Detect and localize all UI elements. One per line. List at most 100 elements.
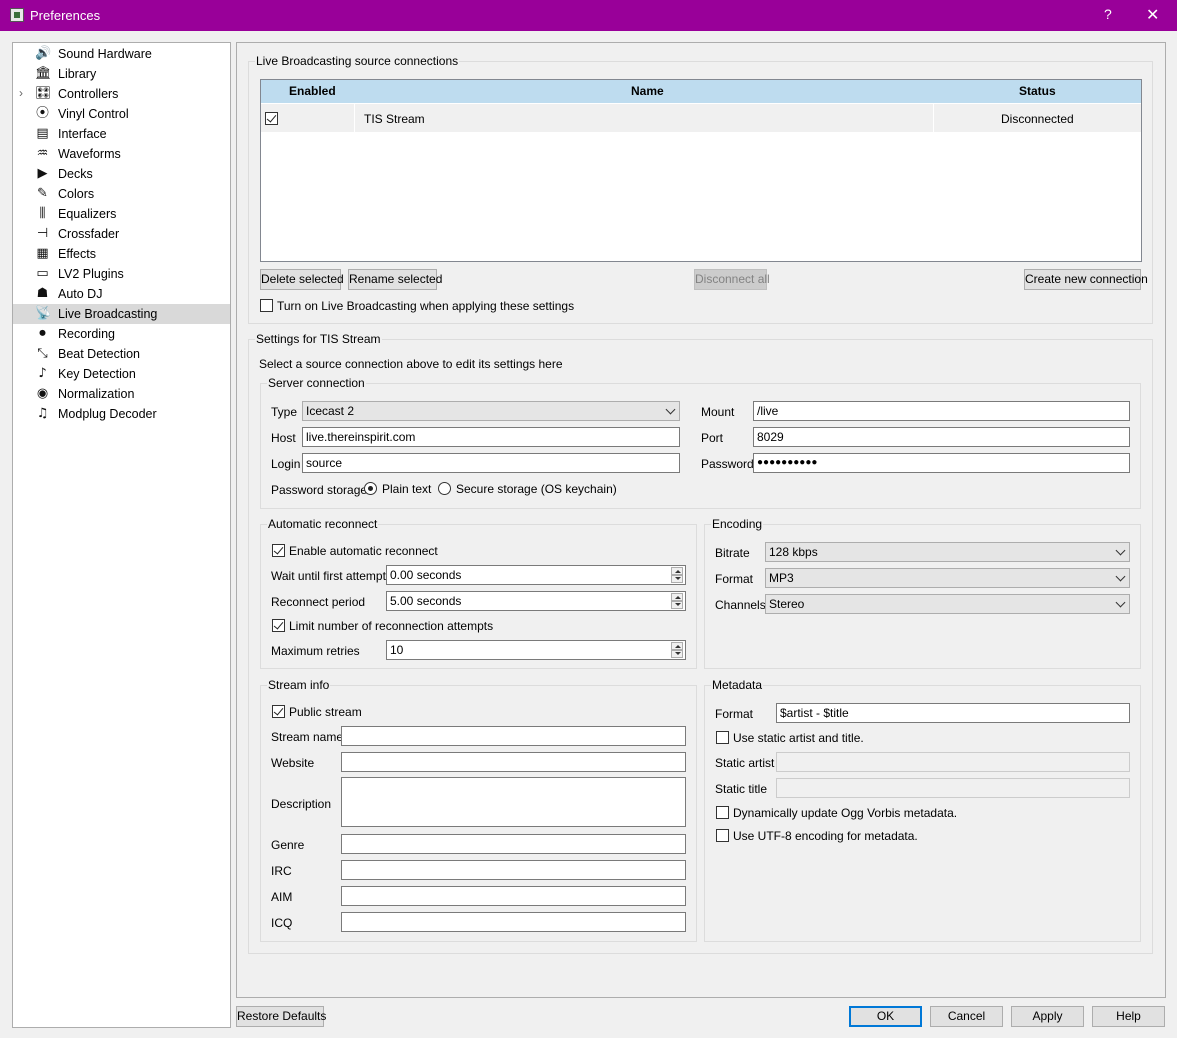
- row-enabled-checkbox[interactable]: [265, 112, 278, 125]
- period-label: Reconnect period: [271, 595, 366, 609]
- spin-up-icon[interactable]: [671, 593, 683, 601]
- mount-input[interactable]: /live: [753, 401, 1130, 421]
- sidebar-item-label: Modplug Decoder: [58, 407, 157, 421]
- sidebar-item-label: Normalization: [58, 387, 135, 401]
- sidebar-item-label: Equalizers: [58, 207, 117, 221]
- aim-input[interactable]: [341, 886, 686, 906]
- spin-down-icon[interactable]: [671, 650, 683, 658]
- public-stream-checkbox[interactable]: [272, 705, 285, 718]
- password-input[interactable]: ●●●●●●●●●●: [753, 453, 1130, 473]
- delete-selected-button[interactable]: Delete selected: [260, 269, 344, 290]
- sidebar-item-interface[interactable]: ▤ Interface: [13, 124, 230, 144]
- genre-input[interactable]: [341, 834, 686, 854]
- help-button[interactable]: Help: [1092, 1006, 1165, 1027]
- enable-reconnect-checkbox[interactable]: [272, 544, 285, 557]
- encoding-title: Encoding: [711, 517, 764, 531]
- password-label: Password: [701, 457, 754, 471]
- sidebar-item-modplug-decoder[interactable]: ♫ Modplug Decoder: [13, 404, 230, 424]
- column-enabled[interactable]: Enabled: [289, 84, 336, 98]
- sidebar-item-auto-dj[interactable]: ☗ Auto DJ: [13, 284, 230, 304]
- disconnect-all-button[interactable]: Disconnect all: [694, 269, 770, 290]
- spin-down-icon[interactable]: [671, 575, 683, 583]
- description-textarea[interactable]: [341, 777, 686, 827]
- plain-text-radio[interactable]: [364, 482, 377, 495]
- column-status[interactable]: Status: [1019, 84, 1056, 98]
- static-title-input[interactable]: [776, 778, 1130, 798]
- cancel-button[interactable]: Cancel: [930, 1006, 1003, 1027]
- spin-down-icon[interactable]: [671, 601, 683, 609]
- sidebar-item-decks[interactable]: ▶ Decks: [13, 164, 230, 184]
- static-artist-title-checkbox[interactable]: [716, 731, 729, 744]
- app-icon: [10, 8, 24, 22]
- channels-value: Stereo: [769, 597, 805, 611]
- period-spinbox[interactable]: 5.00 seconds: [386, 591, 686, 611]
- bitrate-select[interactable]: 128 kbps: [765, 542, 1130, 562]
- ok-button[interactable]: OK: [849, 1006, 922, 1027]
- equalizer-icon: ⫼: [39, 206, 46, 221]
- column-divider: [933, 104, 934, 132]
- irc-label: IRC: [271, 864, 292, 878]
- static-title-label: Static title: [715, 782, 768, 796]
- column-name[interactable]: Name: [631, 84, 664, 98]
- normalization-icon: ◉: [36, 386, 49, 401]
- controller-icon: 🎛: [35, 86, 52, 101]
- table-row[interactable]: TIS Stream Disconnected: [261, 104, 1141, 132]
- port-input[interactable]: 8029: [753, 427, 1130, 447]
- utf8-metadata-checkbox[interactable]: [716, 829, 729, 842]
- type-select[interactable]: Icecast 2: [302, 401, 680, 421]
- static-artist-input[interactable]: [776, 752, 1130, 772]
- sidebar-item-controllers[interactable]: › 🎛 Controllers: [13, 84, 230, 104]
- spin-up-icon[interactable]: [671, 567, 683, 575]
- sidebar-item-sound-hardware[interactable]: 🔊 Sound Hardware: [13, 44, 230, 64]
- aim-label: AIM: [271, 890, 293, 904]
- rename-selected-button[interactable]: Rename selected: [348, 269, 442, 290]
- metadata-format-input[interactable]: $artist - $title: [776, 703, 1130, 723]
- turn-on-broadcast-checkbox[interactable]: [260, 299, 273, 312]
- stream-name-input[interactable]: [341, 726, 686, 746]
- settings-group-title: Settings for TIS Stream: [255, 332, 382, 346]
- sidebar-item-beat-detection[interactable]: ⤡ Beat Detection: [13, 344, 230, 364]
- secure-storage-radio[interactable]: [438, 482, 451, 495]
- ogg-metadata-checkbox[interactable]: [716, 806, 729, 819]
- max-retries-spinbox[interactable]: 10: [386, 640, 686, 660]
- sidebar-item-lv2-plugins[interactable]: ▭ LV2 Plugins: [13, 264, 230, 284]
- connections-table[interactable]: Enabled Name Status TIS Stream Disconnec…: [260, 79, 1142, 262]
- sidebar-item-label: Sound Hardware: [58, 47, 152, 61]
- key-icon: ♪: [38, 366, 47, 381]
- sidebar: 🔊 Sound Hardware 🏛 Library › 🎛 Controllers ⦿ Vin…: [12, 42, 231, 1028]
- chevron-right-icon[interactable]: ›: [19, 86, 23, 100]
- sidebar-item-crossfader[interactable]: ⊣ Crossfader: [13, 224, 230, 244]
- sidebar-item-vinyl-control[interactable]: ⦿ Vinyl Control: [13, 104, 230, 124]
- chevron-down-icon: [1115, 545, 1126, 556]
- create-connection-button[interactable]: Create new connection: [1024, 269, 1148, 290]
- sidebar-item-recording[interactable]: ⏺ Recording: [13, 324, 230, 344]
- login-input[interactable]: source: [302, 453, 680, 473]
- apply-button[interactable]: Apply: [1011, 1006, 1084, 1027]
- format-label: Format: [715, 572, 754, 586]
- wait-spinbox[interactable]: 0.00 seconds: [386, 565, 686, 585]
- website-label: Website: [271, 756, 315, 770]
- channels-select[interactable]: Stereo: [765, 594, 1130, 614]
- stream-info-title: Stream info: [267, 678, 331, 692]
- sidebar-item-live-broadcasting[interactable]: 📡 Live Broadcasting: [13, 304, 230, 324]
- chevron-down-icon: [1115, 597, 1126, 608]
- sidebar-item-effects[interactable]: ▦ Effects: [13, 244, 230, 264]
- host-input[interactable]: live.thereinspirit.com: [302, 427, 680, 447]
- sidebar-item-equalizers[interactable]: ⫼ Equalizers: [13, 204, 230, 224]
- sidebar-item-normalization[interactable]: ◉ Normalization: [13, 384, 230, 404]
- sidebar-item-waveforms[interactable]: ♒ Waveforms: [13, 144, 230, 164]
- sidebar-item-library[interactable]: 🏛 Library: [13, 64, 230, 84]
- password-storage-label: Password storage: [271, 483, 368, 497]
- irc-input[interactable]: [341, 860, 686, 880]
- restore-defaults-button[interactable]: Restore Defaults: [236, 1006, 326, 1027]
- close-icon[interactable]: ✕: [1146, 5, 1159, 25]
- limit-reconnect-checkbox[interactable]: [272, 619, 285, 632]
- help-icon[interactable]: ?: [1104, 6, 1112, 22]
- spin-up-icon[interactable]: [671, 642, 683, 650]
- sidebar-item-key-detection[interactable]: ♪ Key Detection: [13, 364, 230, 384]
- website-input[interactable]: [341, 752, 686, 772]
- sidebar-item-colors[interactable]: ✎ Colors: [13, 184, 230, 204]
- row-status: Disconnected: [1001, 112, 1074, 126]
- format-select[interactable]: MP3: [765, 568, 1130, 588]
- icq-input[interactable]: [341, 912, 686, 932]
